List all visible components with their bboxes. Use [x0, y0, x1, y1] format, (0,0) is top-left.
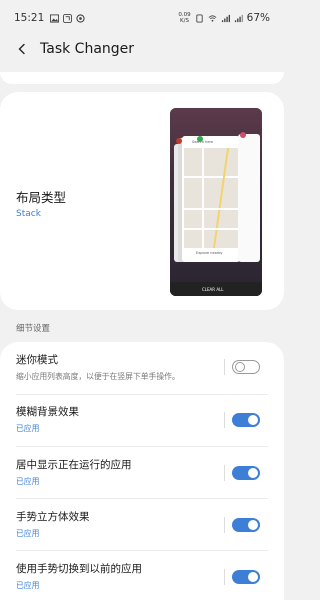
setting-subtitle: 已应用	[16, 529, 40, 538]
wifi-icon	[208, 14, 217, 22]
setting-row-center-running-app[interactable]: 居中显示正在运行的应用 已应用	[0, 447, 284, 498]
signal-icon	[221, 14, 230, 22]
layout-type-title: 布局类型	[16, 190, 67, 205]
signal-icon-2	[234, 14, 243, 22]
status-bar: 15:21 0.09 K/S 67%	[0, 0, 284, 36]
setting-subtitle: 缩小应用列表高度，以便于在竖屏下单手操作。	[16, 372, 180, 381]
row-divider	[224, 412, 225, 428]
blur-background-toggle[interactable]	[232, 413, 260, 427]
previous-card-edge	[0, 72, 284, 84]
setting-title: 迷你模式	[16, 354, 58, 366]
status-right: 0.09 K/S 67%	[178, 12, 270, 24]
gallery-icon	[50, 13, 60, 23]
setting-row-gesture-previous-app[interactable]: 使用手势切换到以前的应用 已应用	[0, 551, 284, 600]
layout-preview-image: Search here Explore nearby CLEAR ALL	[170, 108, 262, 296]
setting-title: 模糊背景效果	[16, 406, 79, 418]
preview-clear-all: CLEAR ALL	[202, 287, 224, 292]
layout-type-card[interactable]: 布局类型 Stack Search here Explore nearby CL…	[0, 92, 284, 310]
sync-icon	[76, 13, 85, 23]
preview-right-card	[238, 134, 260, 262]
preview-app-icon	[240, 132, 246, 138]
layout-type-value: Stack	[16, 209, 41, 219]
back-arrow-icon[interactable]	[14, 41, 30, 57]
row-divider	[224, 517, 225, 533]
battery-level: 67%	[246, 12, 270, 24]
app-bar: Task Changer	[0, 36, 284, 62]
preview-bottom-bar: CLEAR ALL	[170, 282, 262, 296]
setting-subtitle: 已应用	[16, 477, 40, 486]
row-divider	[224, 569, 225, 585]
center-running-app-toggle[interactable]	[232, 466, 260, 480]
row-divider	[224, 359, 225, 375]
details-settings-card: 迷你模式 缩小应用列表高度，以便于在竖屏下单手操作。 模糊背景效果 已应用 居中…	[0, 342, 284, 600]
setting-title: 居中显示正在运行的应用	[16, 459, 132, 471]
gesture-cube-toggle[interactable]	[232, 518, 260, 532]
preview-app-icon	[197, 136, 203, 142]
preview-map-card: Search here Explore nearby	[182, 136, 240, 262]
gesture-previous-app-toggle[interactable]	[232, 570, 260, 584]
preview-app-icon	[176, 138, 182, 144]
page-title: Task Changer	[40, 41, 135, 57]
details-section-header: 细节设置	[16, 324, 51, 334]
mini-mode-toggle[interactable]	[232, 360, 260, 374]
network-speed-unit: K/S	[180, 18, 189, 24]
setting-row-mini-mode[interactable]: 迷你模式 缩小应用列表高度，以便于在竖屏下单手操作。	[0, 342, 284, 394]
row-divider	[224, 465, 225, 481]
setting-subtitle: 已应用	[16, 424, 40, 433]
setting-row-blur-background[interactable]: 模糊背景效果 已应用	[0, 395, 284, 446]
setting-subtitle: 已应用	[16, 581, 40, 590]
alarm-icon	[196, 13, 203, 23]
preview-explore-text: Explore nearby	[196, 251, 223, 255]
status-notification-icons	[50, 13, 85, 23]
notification-app-icon	[63, 13, 73, 23]
setting-title: 使用手势切换到以前的应用	[16, 563, 142, 575]
network-speed: 0.09 K/S	[178, 12, 190, 24]
status-time: 15:21	[14, 12, 45, 24]
setting-row-gesture-cube[interactable]: 手势立方体效果 已应用	[0, 499, 284, 550]
setting-title: 手势立方体效果	[16, 511, 90, 523]
